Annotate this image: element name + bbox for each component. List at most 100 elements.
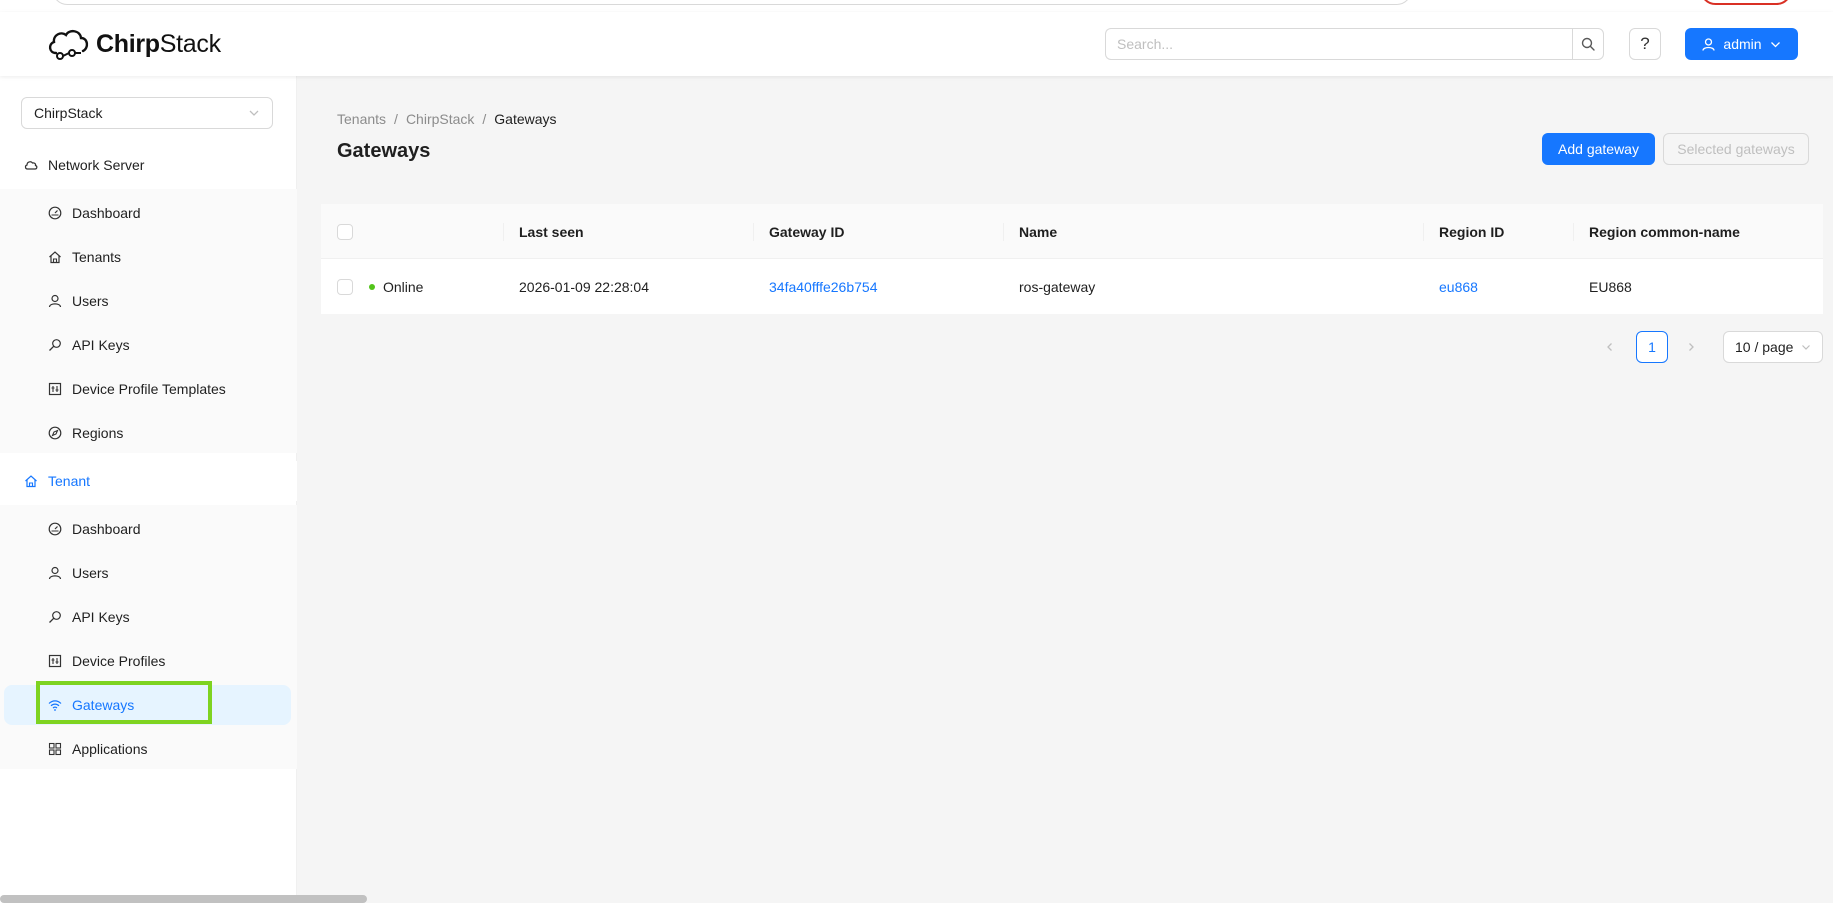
sidebar-item-label: Tenants: [72, 249, 122, 265]
search-button[interactable]: [1572, 28, 1604, 60]
profile-icon: [48, 654, 62, 668]
cloud-icon: [24, 158, 38, 172]
status-cell: Online: [369, 259, 423, 314]
row-checkbox[interactable]: [337, 278, 353, 295]
sidebar-item-applications[interactable]: Applications: [4, 729, 291, 769]
gateway-id-link[interactable]: 34fa40fffe26b754: [769, 279, 878, 295]
user-icon: [1702, 37, 1716, 51]
sidebar-item-ns-dashboard[interactable]: Dashboard: [4, 193, 291, 233]
sidebar-item-device-profile-templates[interactable]: Device Profile Templates: [4, 369, 291, 409]
name-cell: ros-gateway: [1019, 278, 1096, 295]
page-size-select[interactable]: 10 / page: [1723, 331, 1823, 363]
online-status-dot: [369, 283, 375, 290]
user-icon: [48, 294, 62, 308]
pagination-page-1[interactable]: 1: [1636, 331, 1668, 363]
dashboard-icon: [48, 522, 62, 536]
table-row[interactable]: Online 2026-01-09 22:28:04 34fa40fffe26b…: [321, 259, 1823, 314]
column-header-name[interactable]: Name: [1019, 204, 1057, 259]
app-header: ChirpStack ? admin: [0, 12, 1833, 76]
logo[interactable]: ChirpStack: [46, 26, 221, 62]
chevron-left-icon: [1607, 343, 1612, 351]
sidebar-item-label: Gateways: [72, 697, 135, 713]
horizontal-scrollbar[interactable]: [0, 895, 367, 903]
page-title: Gateways: [337, 140, 431, 162]
column-header-last-seen[interactable]: Last seen: [519, 204, 584, 259]
column-divider: [753, 223, 754, 241]
sidebar-item-tenant-users[interactable]: Users: [4, 553, 291, 593]
gateways-table: Last seen Gateway ID Name Region ID Regi…: [321, 204, 1823, 314]
sidebar-item-label: Device Profiles: [72, 653, 166, 669]
breadcrumb-gateways: Gateways: [494, 111, 557, 127]
sidebar-item-label: Device Profile Templates: [72, 381, 226, 397]
home-icon: [24, 474, 38, 488]
chevron-down-icon: [1770, 41, 1780, 47]
menu-group-label: Tenant: [48, 473, 91, 489]
apps-icon: [48, 742, 62, 756]
search-bar: [1105, 28, 1604, 60]
sidebar-item-ns-api-keys[interactable]: API Keys: [4, 325, 291, 365]
sidebar-item-regions[interactable]: Regions: [4, 413, 291, 453]
user-menu-label: admin: [1723, 36, 1762, 52]
browser-profile-button[interactable]: [1700, 0, 1792, 5]
breadcrumb-separator: /: [482, 111, 487, 127]
chevron-down-icon: [1802, 345, 1810, 350]
status-text: Online: [383, 278, 424, 295]
address-bar[interactable]: [52, 0, 1412, 5]
page-size-value: 10 / page: [1735, 339, 1794, 355]
chevron-down-icon: [249, 110, 259, 116]
selected-gateways-button[interactable]: Selected gateways: [1663, 133, 1809, 165]
pagination-prev-button[interactable]: [1594, 331, 1626, 363]
help-button[interactable]: ?: [1629, 28, 1661, 60]
menu-group-label: Network Server: [48, 157, 145, 173]
sidebar-item-label: Users: [72, 565, 109, 581]
sidebar-item-label: API Keys: [72, 609, 130, 625]
gateway-id-cell: 34fa40fffe26b754: [769, 259, 878, 314]
column-header-region-common-name[interactable]: Region common-name: [1589, 204, 1740, 259]
region-id-link[interactable]: eu868: [1439, 279, 1478, 295]
pagination-next-button[interactable]: [1675, 331, 1707, 363]
sidebar-item-tenant-dashboard[interactable]: Dashboard: [4, 509, 291, 549]
chirpstack-logo-icon: [48, 30, 89, 60]
compass-icon: [48, 426, 62, 440]
user-menu-button[interactable]: admin: [1685, 28, 1798, 60]
sidebar-item-ns-users[interactable]: Users: [4, 281, 291, 321]
search-icon: [1581, 37, 1595, 51]
sidebar-item-label: API Keys: [72, 337, 130, 353]
sidebar-item-tenants[interactable]: Tenants: [4, 237, 291, 277]
sidebar-item-label: Regions: [72, 425, 124, 441]
column-header-region-id[interactable]: Region ID: [1439, 204, 1504, 259]
menu-group-network-server[interactable]: Network Server: [0, 145, 297, 185]
table-header: Last seen Gateway ID Name Region ID Regi…: [321, 204, 1823, 259]
wifi-icon: [48, 698, 62, 712]
add-gateway-button[interactable]: Add gateway: [1542, 133, 1655, 165]
column-divider: [1003, 223, 1004, 241]
tenant-selector[interactable]: ChirpStack: [21, 97, 273, 129]
breadcrumb-chirpstack[interactable]: ChirpStack: [406, 111, 474, 127]
last-seen-cell: 2026-01-09 22:28:04: [519, 278, 649, 295]
region-common-name-cell: EU868: [1589, 278, 1632, 295]
tenant-selector-value: ChirpStack: [34, 105, 103, 121]
sidebar-item-label: Dashboard: [72, 521, 141, 537]
select-all-checkbox[interactable]: [337, 223, 353, 240]
sidebar-item-device-profiles[interactable]: Device Profiles: [4, 641, 291, 681]
menu-group-tenant[interactable]: Tenant: [0, 461, 297, 501]
home-icon: [48, 250, 62, 264]
search-input[interactable]: [1105, 28, 1572, 60]
user-icon: [48, 566, 62, 580]
sidebar-item-label: Applications: [72, 741, 148, 757]
sidebar-item-gateways[interactable]: Gateways: [4, 685, 291, 725]
sidebar-item-label: Users: [72, 293, 109, 309]
question-icon: ?: [1640, 34, 1650, 53]
breadcrumb: Tenants / ChirpStack / Gateways: [337, 108, 557, 130]
column-divider: [503, 223, 504, 241]
sidebar-item-label: Dashboard: [72, 205, 141, 221]
column-divider: [1573, 223, 1574, 241]
browser-strip: [0, 0, 1833, 12]
column-header-gateway-id[interactable]: Gateway ID: [769, 204, 844, 259]
breadcrumb-tenants[interactable]: Tenants: [337, 111, 386, 127]
chevron-right-icon: [1689, 343, 1694, 351]
sidebar-item-tenant-api-keys[interactable]: API Keys: [4, 597, 291, 637]
key-icon: [48, 610, 62, 624]
sidebar: ChirpStack Network Server Dashboard Tena…: [0, 76, 297, 903]
select-all-cell: [337, 204, 353, 259]
